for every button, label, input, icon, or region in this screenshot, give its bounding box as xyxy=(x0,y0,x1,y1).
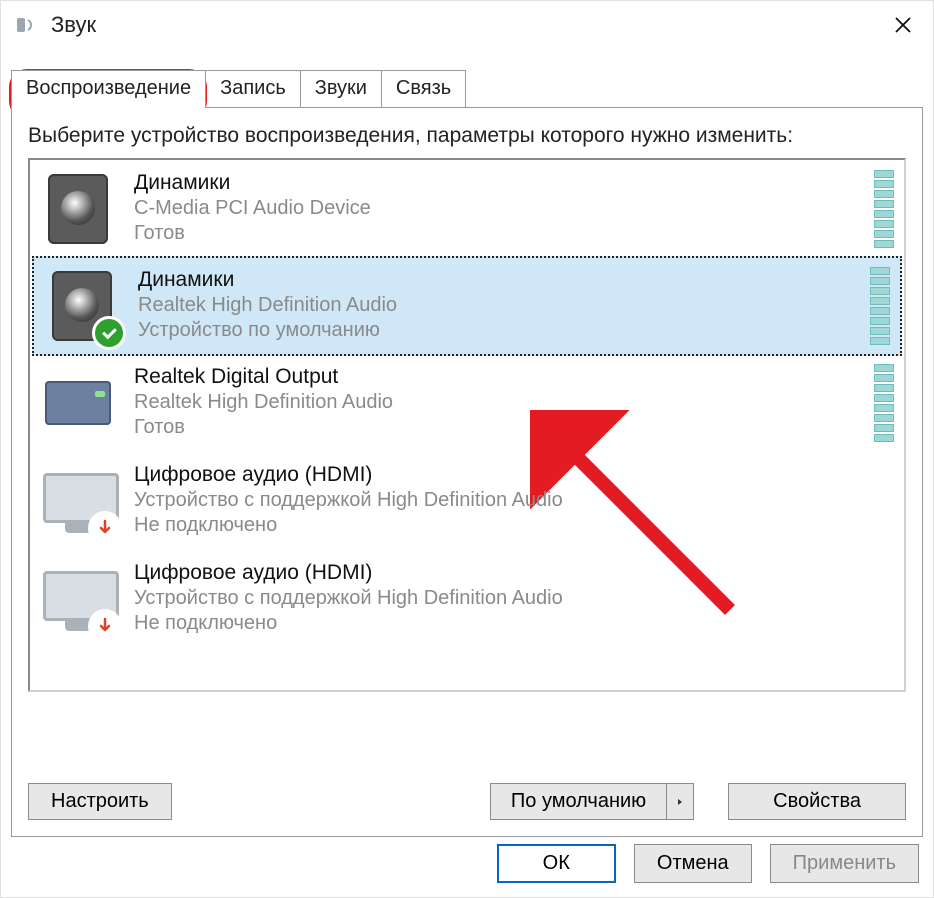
device-desc: Устройство с поддержкой High Definition … xyxy=(134,489,894,512)
ok-button[interactable]: ОК xyxy=(497,844,616,883)
device-name: Цифровое аудио (HDMI) xyxy=(134,561,894,585)
tab-playback[interactable]: Воспроизведение xyxy=(11,70,206,108)
device-row[interactable]: Цифровое аудио (HDMI)Устройство с поддер… xyxy=(30,452,904,550)
unplugged-badge-icon xyxy=(88,511,122,545)
speaker-icon xyxy=(42,266,122,346)
device-list[interactable]: ДинамикиC-Media PCI Audio DeviceГотовДин… xyxy=(28,158,906,692)
tab-bar: Воспроизведение Запись Звуки Связь xyxy=(1,69,933,107)
apply-button[interactable]: Применить xyxy=(770,844,919,883)
set-default-split-button[interactable]: По умолчанию xyxy=(490,783,694,820)
device-desc: Realtek High Definition Audio xyxy=(134,391,864,414)
unplugged-badge-icon xyxy=(88,609,122,643)
window-title: Звук xyxy=(51,12,96,38)
configure-button[interactable]: Настроить xyxy=(28,783,172,820)
device-name: Цифровое аудио (HDMI) xyxy=(134,463,894,487)
tab-recording[interactable]: Запись xyxy=(206,70,301,108)
device-status: Готов xyxy=(134,416,864,439)
tab-sounds[interactable]: Звуки xyxy=(301,70,382,108)
device-name: Динамики xyxy=(134,171,864,195)
device-desc: C-Media PCI Audio Device xyxy=(134,197,864,220)
default-badge-icon xyxy=(92,316,126,350)
device-row[interactable]: Цифровое аудио (HDMI)Устройство с поддер… xyxy=(30,550,904,648)
device-status: Готов xyxy=(134,222,864,245)
device-name: Динамики xyxy=(138,268,860,292)
device-row[interactable]: ДинамикиRealtek High Definition AudioУст… xyxy=(32,256,902,356)
close-button[interactable] xyxy=(881,5,925,45)
tab-panel: Выберите устройство воспроизведения, пар… xyxy=(11,107,923,837)
device-desc: Realtek High Definition Audio xyxy=(138,294,860,317)
device-row[interactable]: Realtek Digital OutputRealtek High Defin… xyxy=(30,354,904,452)
level-meter xyxy=(870,267,890,345)
properties-button[interactable]: Свойства xyxy=(728,783,906,820)
level-meter xyxy=(874,170,894,248)
speaker-icon xyxy=(38,169,118,249)
device-desc: Устройство с поддержкой High Definition … xyxy=(134,587,894,610)
panel-button-row: Настроить По умолчанию Свойства xyxy=(28,783,906,820)
level-meter xyxy=(874,364,894,442)
cancel-button[interactable]: Отмена xyxy=(634,844,752,883)
device-status: Устройство по умолчанию xyxy=(138,319,860,342)
set-default-label: По умолчанию xyxy=(490,783,667,820)
device-status: Не подключено xyxy=(134,612,894,635)
app-icon xyxy=(13,12,39,38)
device-name: Realtek Digital Output xyxy=(134,365,864,389)
instruction-text: Выберите устройство воспроизведения, пар… xyxy=(28,122,906,150)
sound-dialog: Звук Воспроизведение Запись Звуки Связь … xyxy=(0,0,934,898)
monitor-icon xyxy=(38,461,118,541)
dialog-button-row: ОК Отмена Применить xyxy=(497,844,919,883)
spdif-icon xyxy=(38,363,118,443)
device-status: Не подключено xyxy=(134,514,894,537)
set-default-dropdown[interactable] xyxy=(667,783,694,820)
monitor-icon xyxy=(38,559,118,639)
titlebar: Звук xyxy=(1,1,933,49)
tab-communications[interactable]: Связь xyxy=(382,70,466,108)
device-row[interactable]: ДинамикиC-Media PCI Audio DeviceГотов xyxy=(30,160,904,258)
